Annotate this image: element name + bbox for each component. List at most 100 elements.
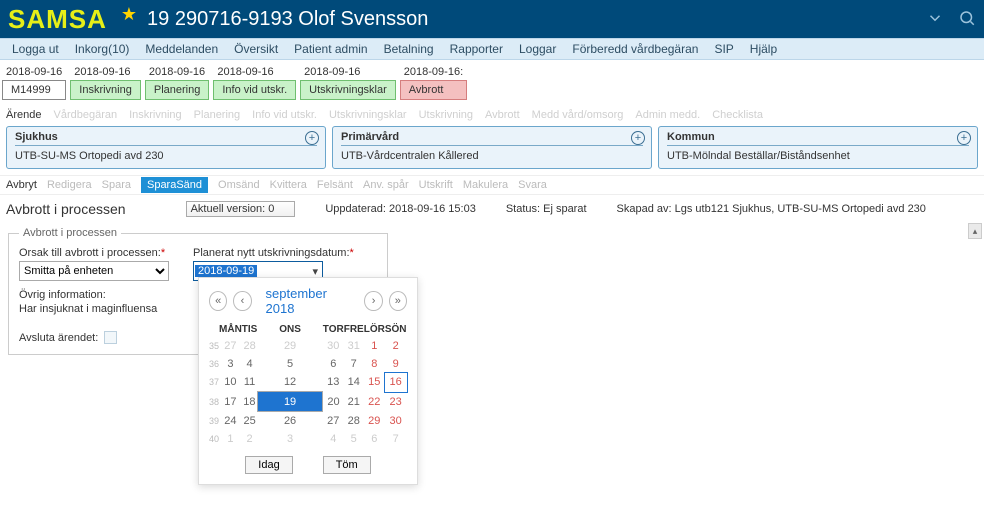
calendar-day[interactable]: 3: [257, 430, 322, 448]
calendar-day[interactable]: 30: [385, 412, 407, 431]
calendar-day[interactable]: 12: [257, 373, 322, 392]
calendar-day[interactable]: 3: [219, 355, 242, 373]
calendar-day[interactable]: 28: [344, 412, 364, 431]
timeline-step[interactable]: Planering: [145, 80, 209, 100]
section-tab[interactable]: Utskrivningsklar: [329, 109, 407, 121]
calendar-day[interactable]: 1: [219, 430, 242, 448]
calendar-day[interactable]: 9: [385, 355, 407, 373]
menu-item[interactable]: Patient admin: [294, 42, 367, 56]
section-tab[interactable]: Admin medd.: [635, 109, 700, 121]
calendar-day[interactable]: 25: [242, 412, 258, 431]
menu-item[interactable]: Översikt: [234, 42, 278, 56]
chevron-down-icon[interactable]: ▾: [308, 265, 322, 278]
menu-item[interactable]: SIP: [714, 42, 733, 56]
calendar-day[interactable]: 29: [364, 412, 385, 431]
calendar-day[interactable]: 13: [323, 373, 344, 392]
calendar-day[interactable]: 7: [385, 430, 407, 448]
cal-last-icon[interactable]: »: [389, 291, 407, 311]
calendar-day[interactable]: 27: [219, 337, 242, 355]
section-tab[interactable]: Planering: [194, 109, 240, 121]
avsluta-checkbox[interactable]: [104, 331, 117, 344]
calendar-day[interactable]: 6: [364, 430, 385, 448]
menu-item[interactable]: Förberedd vårdbegäran: [572, 42, 698, 56]
cal-next-icon[interactable]: ›: [364, 291, 382, 311]
calendar-day[interactable]: 4: [323, 430, 344, 448]
action-redigera: Redigera: [47, 179, 92, 191]
menu-item[interactable]: Meddelanden: [145, 42, 218, 56]
action-sparasänd[interactable]: SparaSänd: [141, 177, 208, 193]
section-tab[interactable]: Utskrivning: [419, 109, 473, 121]
avsluta-label: Avsluta ärendet:: [19, 332, 98, 344]
section-tab[interactable]: Inskrivning: [129, 109, 182, 121]
calendar-day[interactable]: 26: [257, 412, 322, 431]
search-icon[interactable]: [958, 9, 976, 30]
action-svara: Svara: [518, 179, 547, 191]
timeline-step[interactable]: Inskrivning: [70, 80, 141, 100]
timeline-date: 2018-09-16: [145, 66, 209, 80]
favorite-star-icon[interactable]: ★: [121, 4, 137, 25]
scroll-up-icon[interactable]: ▴: [968, 223, 982, 239]
section-tab[interactable]: Info vid utskr.: [252, 109, 317, 121]
calendar-today-button[interactable]: Idag: [245, 456, 292, 474]
calendar-day[interactable]: 28: [242, 337, 258, 355]
timeline-step[interactable]: M14999: [2, 80, 66, 100]
calendar-day[interactable]: 19: [257, 392, 322, 412]
menu-item[interactable]: Logga ut: [12, 42, 59, 56]
chevron-down-icon[interactable]: [926, 9, 944, 30]
calendar-day[interactable]: 27: [323, 412, 344, 431]
calendar-day[interactable]: 8: [364, 355, 385, 373]
add-icon[interactable]: +: [631, 131, 645, 145]
calendar-day[interactable]: 29: [257, 337, 322, 355]
page-title: Avbrott i processen: [6, 201, 126, 217]
cal-first-icon[interactable]: «: [209, 291, 227, 311]
section-tab[interactable]: Ärende: [6, 109, 41, 121]
timeline-step[interactable]: Info vid utskr.: [213, 80, 296, 100]
menu-item[interactable]: Loggar: [519, 42, 556, 56]
action-avbryt[interactable]: Avbryt: [6, 179, 37, 191]
section-tab[interactable]: Avbrott: [485, 109, 520, 121]
calendar-day[interactable]: 17: [219, 392, 242, 412]
section-tab[interactable]: Vårdbegäran: [53, 109, 117, 121]
menu-item[interactable]: Betalning: [384, 42, 434, 56]
calendar-clear-button[interactable]: Töm: [323, 456, 371, 474]
action-utskrift: Utskrift: [419, 179, 453, 191]
orsak-select[interactable]: Smitta på enheten: [19, 261, 169, 281]
calendar-week: 40: [209, 430, 219, 448]
calendar-day[interactable]: 1: [364, 337, 385, 355]
calendar-day[interactable]: 4: [242, 355, 258, 373]
menu-item[interactable]: Inkorg(10): [75, 42, 130, 56]
calendar-title[interactable]: september 2018: [258, 286, 359, 316]
add-icon[interactable]: +: [957, 131, 971, 145]
created-by-text: Skapad av: Lgs utb121 Sjukhus, UTB-SU-MS…: [617, 203, 926, 215]
calendar-day[interactable]: 16: [385, 373, 407, 392]
calendar-day[interactable]: 7: [344, 355, 364, 373]
calendar-day[interactable]: 22: [364, 392, 385, 412]
calendar-day[interactable]: 31: [344, 337, 364, 355]
calendar-day[interactable]: 30: [323, 337, 344, 355]
calendar-day[interactable]: 18: [242, 392, 258, 412]
calendar-day[interactable]: 2: [385, 337, 407, 355]
calendar-day[interactable]: 14: [344, 373, 364, 392]
version-select[interactable]: Aktuell version: 0: [186, 201, 296, 217]
menu-item[interactable]: Hjälp: [750, 42, 777, 56]
calendar-day[interactable]: 5: [344, 430, 364, 448]
calendar-day[interactable]: 24: [219, 412, 242, 431]
calendar-day[interactable]: 21: [344, 392, 364, 412]
calendar-day[interactable]: 23: [385, 392, 407, 412]
calendar-day[interactable]: 20: [323, 392, 344, 412]
timeline-step[interactable]: Avbrott: [400, 80, 467, 100]
calendar-day[interactable]: 6: [323, 355, 344, 373]
calendar-day[interactable]: 10: [219, 373, 242, 392]
calendar-day[interactable]: 11: [242, 373, 258, 392]
calendar-day[interactable]: 15: [364, 373, 385, 392]
patient-name: 19 290716-9193 Olof Svensson: [147, 8, 428, 31]
menu-item[interactable]: Rapporter: [450, 42, 503, 56]
cal-prev-icon[interactable]: ‹: [233, 291, 251, 311]
section-tab[interactable]: Checklista: [712, 109, 763, 121]
timeline-step[interactable]: Utskrivningsklar: [300, 80, 396, 100]
calendar-day[interactable]: 5: [257, 355, 322, 373]
section-tab[interactable]: Medd vård/omsorg: [532, 109, 624, 121]
add-icon[interactable]: +: [305, 131, 319, 145]
main-menu: Logga ut Inkorg(10) Meddelanden Översikt Pat…: [0, 38, 984, 60]
calendar-day[interactable]: 2: [242, 430, 258, 448]
